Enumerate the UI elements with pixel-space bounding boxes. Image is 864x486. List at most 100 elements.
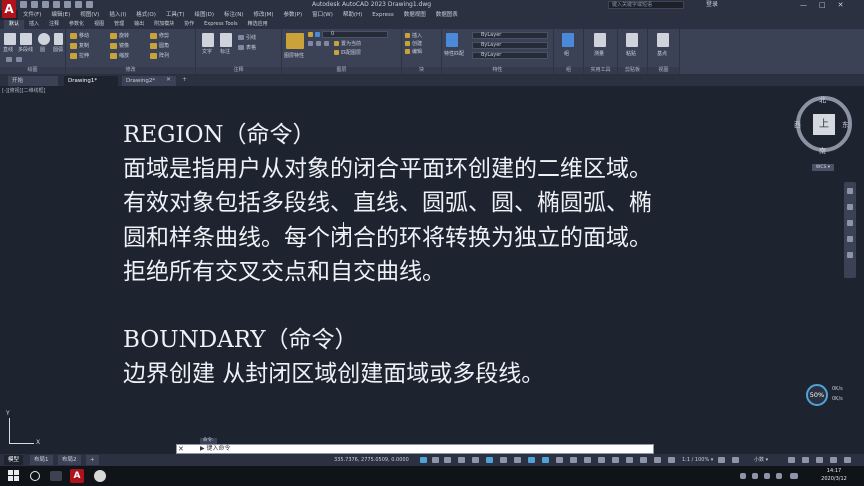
tray-icon[interactable] [752, 473, 758, 479]
menu-modify[interactable]: 修改(M) [248, 10, 278, 20]
rotate-icon[interactable] [110, 33, 117, 39]
close-button[interactable]: ✕ [838, 0, 844, 10]
paste-icon[interactable] [626, 33, 638, 47]
layer-select[interactable]: 0 [322, 31, 388, 38]
copy-icon[interactable] [70, 43, 77, 49]
layer-tool-icon[interactable] [316, 41, 321, 46]
array-icon[interactable] [150, 53, 157, 59]
mirror-icon[interactable] [110, 43, 117, 49]
redo-icon[interactable] [86, 1, 93, 8]
menu-insert[interactable]: 插入(I) [104, 10, 131, 20]
tab-annotate[interactable]: 注释 [44, 20, 64, 29]
browser-icon[interactable] [94, 470, 106, 482]
command-prompt[interactable]: ▶ 键入命令 [200, 445, 231, 453]
steering-wheel-icon[interactable] [847, 188, 853, 194]
trim-icon[interactable] [150, 33, 157, 39]
match-layer-icon[interactable] [334, 50, 339, 55]
annotation-visibility-icon[interactable] [654, 457, 661, 463]
undo-icon[interactable] [75, 1, 82, 8]
quick-properties-icon[interactable] [788, 457, 795, 463]
stretch-icon[interactable] [70, 53, 77, 59]
command-line-input[interactable] [176, 444, 654, 454]
maximize-button[interactable]: □ [819, 0, 826, 10]
layer-properties-icon[interactable] [286, 33, 304, 49]
new-tab-icon[interactable]: + [182, 75, 187, 85]
plot-icon[interactable] [64, 1, 71, 8]
compass-east[interactable]: 东 [842, 120, 849, 130]
autocad-taskbar-icon[interactable]: A [70, 469, 84, 483]
close-tab-icon[interactable]: ✕ [166, 75, 171, 85]
tray-icon[interactable] [740, 473, 746, 479]
layout-tab-model[interactable]: 模型 [4, 455, 24, 465]
pan-icon[interactable] [847, 204, 853, 210]
polyline-icon[interactable] [20, 33, 32, 45]
grid-icon[interactable] [432, 457, 439, 463]
taskbar-clock[interactable]: 14:17 2020/3/12 [812, 467, 856, 483]
close-icon[interactable]: ✕ [178, 445, 184, 453]
tab-addins[interactable]: 附加模块 [149, 20, 179, 29]
layer-tool-icon[interactable] [308, 41, 313, 46]
selection-cycling-icon[interactable] [584, 457, 591, 463]
hatch-icon[interactable] [16, 57, 22, 62]
viewport-controls[interactable]: [-][俯视][二维线框] [2, 88, 46, 94]
fillet-icon[interactable] [150, 43, 157, 49]
ortho-icon[interactable] [486, 457, 493, 463]
wcs-menu[interactable]: WCS ▾ [812, 164, 834, 171]
lineweight-icon[interactable] [556, 457, 563, 463]
menu-datachart[interactable]: 数据图表 [431, 10, 463, 20]
transparency-icon[interactable] [570, 457, 577, 463]
dimension-icon[interactable] [220, 33, 232, 47]
block-edit-icon[interactable] [405, 49, 410, 54]
auto-scale-icon[interactable] [668, 457, 675, 463]
save-icon[interactable] [42, 1, 49, 8]
linetype-select[interactable]: ByLayer [472, 42, 548, 49]
doc-tab-drawing1[interactable]: Drawing1* [64, 76, 118, 86]
tab-default[interactable]: 默认 [4, 20, 25, 29]
group-icon[interactable] [562, 33, 574, 47]
object-snap-icon[interactable] [542, 457, 549, 463]
model-space-icon[interactable] [420, 457, 427, 463]
doc-tab-start[interactable]: 开始 [8, 76, 58, 86]
new-file-icon[interactable] [20, 1, 27, 8]
orbit-icon[interactable] [847, 236, 853, 242]
tab-express-tools[interactable]: Express Tools [199, 20, 242, 29]
layout-tab-layout2[interactable]: 布局2 [58, 455, 81, 465]
tab-view[interactable]: 视图 [89, 20, 109, 29]
text-icon[interactable] [202, 33, 214, 47]
menu-edit[interactable]: 编辑(E) [46, 10, 75, 20]
block-insert-icon[interactable] [405, 33, 410, 38]
scale-icon[interactable] [110, 53, 117, 59]
isolate-objects-icon[interactable] [816, 457, 823, 463]
windows-start-icon[interactable] [8, 470, 19, 481]
layer-tool-icon[interactable] [324, 41, 329, 46]
menu-parametric[interactable]: 参数(P) [279, 10, 308, 20]
dynamic-input-icon[interactable] [472, 457, 479, 463]
lineweight-select[interactable]: ByLayer [472, 52, 548, 59]
save-as-icon[interactable] [53, 1, 60, 8]
color-select[interactable]: ByLayer [472, 32, 548, 39]
base-point-icon[interactable] [657, 33, 669, 47]
tab-manage[interactable]: 管理 [109, 20, 129, 29]
menu-draw[interactable]: 绘图(D) [190, 10, 220, 20]
selection-filter-icon[interactable] [626, 457, 633, 463]
polar-tracking-icon[interactable] [500, 457, 507, 463]
compass-west[interactable]: 西 [794, 120, 801, 130]
units-select[interactable]: 小数 ▾ [754, 456, 768, 464]
viewcube-face[interactable]: 上 [813, 114, 835, 135]
line-icon[interactable] [4, 33, 16, 45]
tab-output[interactable]: 输出 [129, 20, 149, 29]
menu-format[interactable]: 格式(O) [131, 10, 161, 20]
menu-dimension[interactable]: 标注(N) [219, 10, 248, 20]
block-create-icon[interactable] [405, 41, 410, 46]
login-button[interactable]: 登录 [706, 0, 718, 10]
add-layout-button[interactable]: + [86, 455, 99, 465]
lock-ui-icon[interactable] [802, 457, 809, 463]
gizmo-icon[interactable] [640, 457, 647, 463]
tab-parametric[interactable]: 参数化 [64, 20, 89, 29]
move-icon[interactable] [70, 33, 77, 39]
customization-menu-icon[interactable] [844, 457, 851, 463]
measure-icon[interactable] [594, 33, 606, 47]
annotation-monitor-icon[interactable] [732, 457, 739, 463]
3d-osnap-icon[interactable] [598, 457, 605, 463]
circle-icon[interactable] [38, 33, 50, 45]
